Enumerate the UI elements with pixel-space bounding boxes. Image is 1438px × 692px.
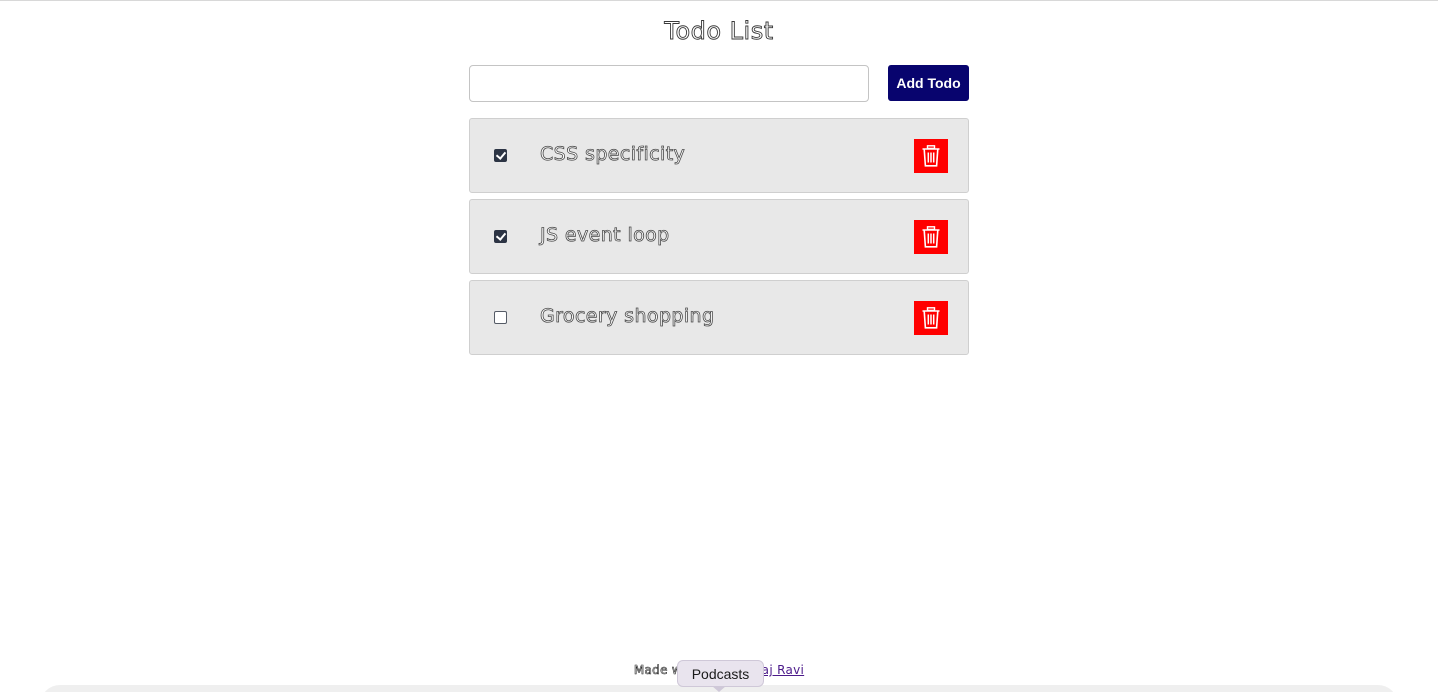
- todo-text: Grocery shopping: [540, 305, 715, 328]
- dock-tooltip: Podcasts: [677, 660, 764, 687]
- todo-app-page: Todo List Add Todo CSS specificity JS ev…: [0, 0, 1438, 692]
- delete-todo-button[interactable]: [914, 220, 948, 254]
- delete-todo-button[interactable]: [914, 139, 948, 173]
- todo-checkbox[interactable]: [494, 149, 507, 162]
- todo-text: CSS specificity: [540, 143, 686, 166]
- trash-icon: [922, 145, 940, 167]
- page-title: Todo List: [664, 17, 774, 46]
- todo-list: CSS specificity JS event loop Grocery sh…: [469, 118, 969, 361]
- trash-icon: [922, 307, 940, 329]
- todo-text: JS event loop: [540, 224, 670, 247]
- todo-checkbox[interactable]: [494, 230, 507, 243]
- tooltip-arrow: [712, 686, 726, 692]
- todo-input[interactable]: [469, 65, 869, 102]
- todo-item: JS event loop: [469, 199, 969, 274]
- delete-todo-button[interactable]: [914, 301, 948, 335]
- todo-item: Grocery shopping: [469, 280, 969, 355]
- add-todo-button[interactable]: Add Todo: [888, 65, 969, 101]
- todo-item: CSS specificity: [469, 118, 969, 193]
- todo-checkbox[interactable]: [494, 311, 507, 324]
- trash-icon: [922, 226, 940, 248]
